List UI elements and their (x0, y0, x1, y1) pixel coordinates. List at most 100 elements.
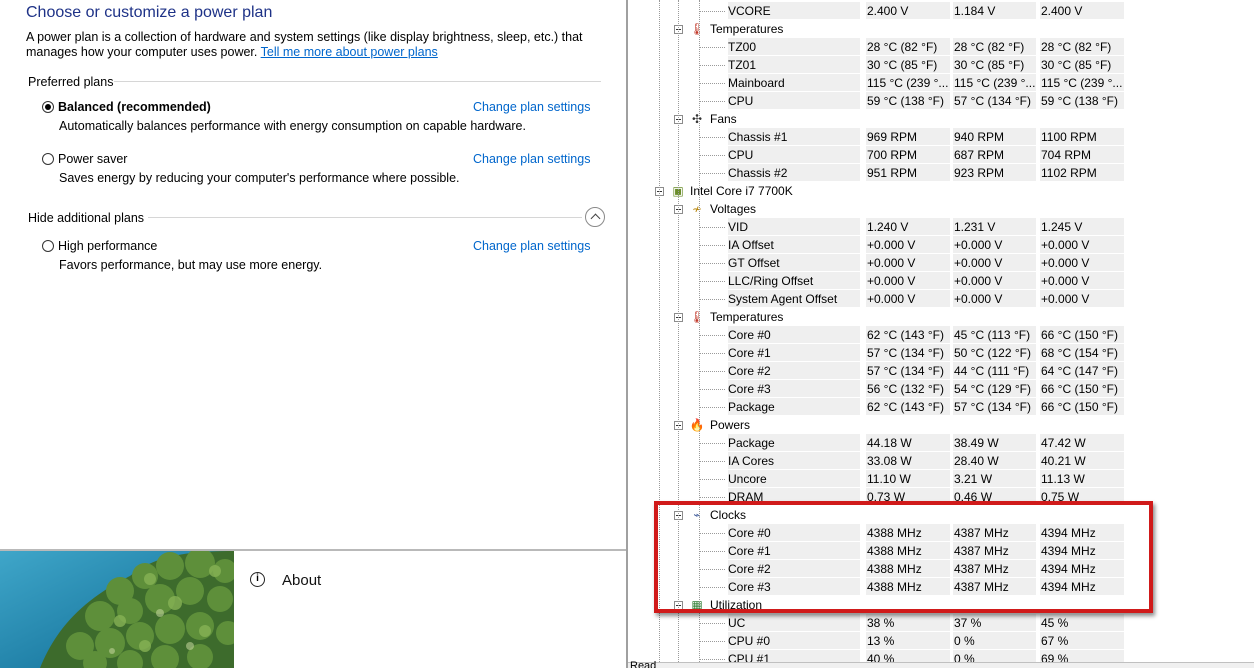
category-label: Utilization (710, 598, 763, 612)
sensor-max: 1.245 V (1040, 218, 1124, 235)
tree-guide-line (699, 0, 700, 662)
sensor-row[interactable]: Chassis #2 951 RPM 923 RPM 1102 RPM (628, 164, 1254, 182)
sensor-row[interactable]: UC 38 % 37 % 45 % (628, 614, 1254, 632)
sensor-row[interactable]: Mainboard 115 °C (239 °... 115 °C (239 °..… (628, 74, 1254, 92)
sensor-value: 33.08 W (866, 452, 950, 469)
sensor-min: 115 °C (239 °... (953, 74, 1036, 91)
learn-more-link[interactable]: Tell me more about power plans (261, 45, 438, 59)
sensor-row[interactable]: Chassis #1 969 RPM 940 RPM 1100 RPM (628, 128, 1254, 146)
sensor-row[interactable]: TZ01 30 °C (85 °F) 30 °C (85 °F) 30 °C (85 … (628, 56, 1254, 74)
balanced-plan-radio[interactable] (42, 101, 54, 113)
sensor-row[interactable]: Package 62 °C (143 °F) 57 °C (134 °F) 66 °C… (628, 398, 1254, 416)
sensor-row[interactable]: System Agent Offset +0.000 V +0.000 V +0.00… (628, 290, 1254, 308)
clock-icon: ⌁ (693, 508, 701, 522)
sensor-row[interactable]: IA Cores 33.08 W 28.40 W 40.21 W (628, 452, 1254, 470)
sensor-row[interactable]: VCORE 2.400 V 1.184 V 2.400 V (628, 2, 1254, 20)
category-label: Voltages (710, 202, 757, 216)
sensor-max: 28 °C (82 °F) (1040, 38, 1124, 55)
sensor-value: 30 °C (85 °F) (866, 56, 950, 73)
page-title: Choose or customize a power plan (26, 4, 273, 21)
sensor-min: 687 RPM (953, 146, 1036, 163)
sensor-row[interactable]: LLC/Ring Offset +0.000 V +0.000 V +0.000 V (628, 272, 1254, 290)
power-options-panel: Choose or customize a power plan A power… (0, 0, 626, 549)
power-saver-plan-name[interactable]: Power saver (58, 152, 127, 166)
sensor-row[interactable]: IA Offset +0.000 V +0.000 V +0.000 V (628, 236, 1254, 254)
tree-connector (699, 389, 725, 390)
tree-category-node[interactable]: 🔥 Powers (628, 416, 1254, 434)
tree-connector (699, 497, 725, 498)
sensor-value: 62 °C (143 °F) (866, 398, 950, 415)
sensor-row[interactable]: DRAM 0.73 W 0.46 W 0.75 W (628, 488, 1254, 506)
sensor-row[interactable]: Core #0 4388 MHz 4387 MHz 4394 MHz (628, 524, 1254, 542)
hide-additional-plans-header[interactable]: Hide additional plans (28, 211, 144, 225)
sensor-row[interactable]: Core #1 4388 MHz 4387 MHz 4394 MHz (628, 542, 1254, 560)
sensor-row[interactable]: Core #3 4388 MHz 4387 MHz 4394 MHz (628, 578, 1254, 596)
sensor-row[interactable]: CPU 700 RPM 687 RPM 704 RPM (628, 146, 1254, 164)
sensor-row[interactable]: Core #2 57 °C (134 °F) 44 °C (111 °F) 64 °C… (628, 362, 1254, 380)
tree-connector (699, 551, 725, 552)
collapse-chevron-icon[interactable] (585, 207, 605, 227)
sensor-label: LLC/Ring Offset (728, 272, 860, 289)
power-saver-plan-radio[interactable] (42, 153, 54, 165)
sensor-max: +0.000 V (1040, 290, 1124, 307)
sensor-value: +0.000 V (866, 272, 950, 289)
sensor-row[interactable]: Uncore 11.10 W 3.21 W 11.13 W (628, 470, 1254, 488)
sensor-row[interactable]: VID 1.240 V 1.231 V 1.245 V (628, 218, 1254, 236)
sensor-min: 1.231 V (953, 218, 1036, 235)
high-performance-change-settings-link[interactable]: Change plan settings (473, 239, 590, 253)
sensor-max: 69 % (1040, 650, 1124, 662)
tree-category-node[interactable]: ✣ Fans (628, 110, 1254, 128)
tree-connector (699, 245, 725, 246)
sensor-max: 30 °C (85 °F) (1040, 56, 1124, 73)
sensor-value: 40 % (866, 650, 950, 662)
sensor-row[interactable]: CPU 59 °C (138 °F) 57 °C (134 °F) 59 °C (13… (628, 92, 1254, 110)
sensor-label: Core #1 (728, 542, 860, 559)
tree-connector (699, 533, 725, 534)
sensor-label: Chassis #2 (728, 164, 860, 181)
sensor-row[interactable]: Package 44.18 W 38.49 W 47.42 W (628, 434, 1254, 452)
tree-category-node[interactable]: 🌡 Temperatures (628, 308, 1254, 326)
sensor-row[interactable]: Core #0 62 °C (143 °F) 45 °C (113 °F) 66 °C… (628, 326, 1254, 344)
balanced-change-settings-link[interactable]: Change plan settings (473, 100, 590, 114)
sensor-row[interactable]: Core #2 4388 MHz 4387 MHz 4394 MHz (628, 560, 1254, 578)
high-performance-plan-name[interactable]: High performance (58, 239, 157, 253)
high-performance-plan-radio[interactable] (42, 240, 54, 252)
sensor-row[interactable]: GT Offset +0.000 V +0.000 V +0.000 V (628, 254, 1254, 272)
tree-device-node[interactable]: ▣ Intel Core i7 7700K (628, 182, 1254, 200)
sensor-label: VCORE (728, 2, 860, 19)
tree-guide-line (659, 0, 660, 662)
sensor-label: CPU #1 (728, 650, 860, 662)
tree-connector (699, 83, 725, 84)
tree-category-node[interactable]: ⌁ Clocks (628, 506, 1254, 524)
sensor-row[interactable]: CPU #0 13 % 0 % 67 % (628, 632, 1254, 650)
sensor-min: 44 °C (111 °F) (953, 362, 1036, 379)
sensor-row[interactable]: Core #3 56 °C (132 °F) 54 °C (129 °F) 66 °C… (628, 380, 1254, 398)
tree-category-node[interactable]: ▦ Utilization (628, 596, 1254, 614)
sensor-max: +0.000 V (1040, 236, 1124, 253)
tree-connector (699, 623, 725, 624)
sensor-label: Package (728, 398, 860, 415)
utilization-icon: ▦ (691, 598, 703, 612)
sensor-value: 951 RPM (866, 164, 950, 181)
category-label: Temperatures (710, 310, 784, 324)
sensor-max: 1102 RPM (1040, 164, 1124, 181)
tree-connector (699, 407, 725, 408)
tree-category-node[interactable]: ≁ Voltages (628, 200, 1254, 218)
sensor-row[interactable]: Core #1 57 °C (134 °F) 50 °C (122 °F) 68 °C… (628, 344, 1254, 362)
sensor-min: 30 °C (85 °F) (953, 56, 1036, 73)
sensor-row[interactable]: CPU #1 40 % 0 % 69 % (628, 650, 1254, 662)
thermometer-icon: 🌡 (689, 310, 705, 324)
sensor-value: 0.73 W (866, 488, 950, 505)
category-label: Temperatures (710, 22, 784, 36)
sensor-max: 66 °C (150 °F) (1040, 326, 1124, 343)
power-saver-change-settings-link[interactable]: Change plan settings (473, 152, 590, 166)
sensor-min: 0 % (953, 650, 1036, 662)
about-nav-item[interactable]: About (282, 572, 321, 589)
sensor-row[interactable]: TZ00 28 °C (82 °F) 28 °C (82 °F) 28 °C (82 … (628, 38, 1254, 56)
sensor-label: Core #2 (728, 560, 860, 577)
balanced-plan-name[interactable]: Balanced (recommended) (58, 100, 211, 114)
tree-category-node[interactable]: 🌡 Temperatures (628, 20, 1254, 38)
tree-connector (699, 479, 725, 480)
sensor-max: 59 °C (138 °F) (1040, 92, 1124, 109)
sensor-label: TZ00 (728, 38, 860, 55)
